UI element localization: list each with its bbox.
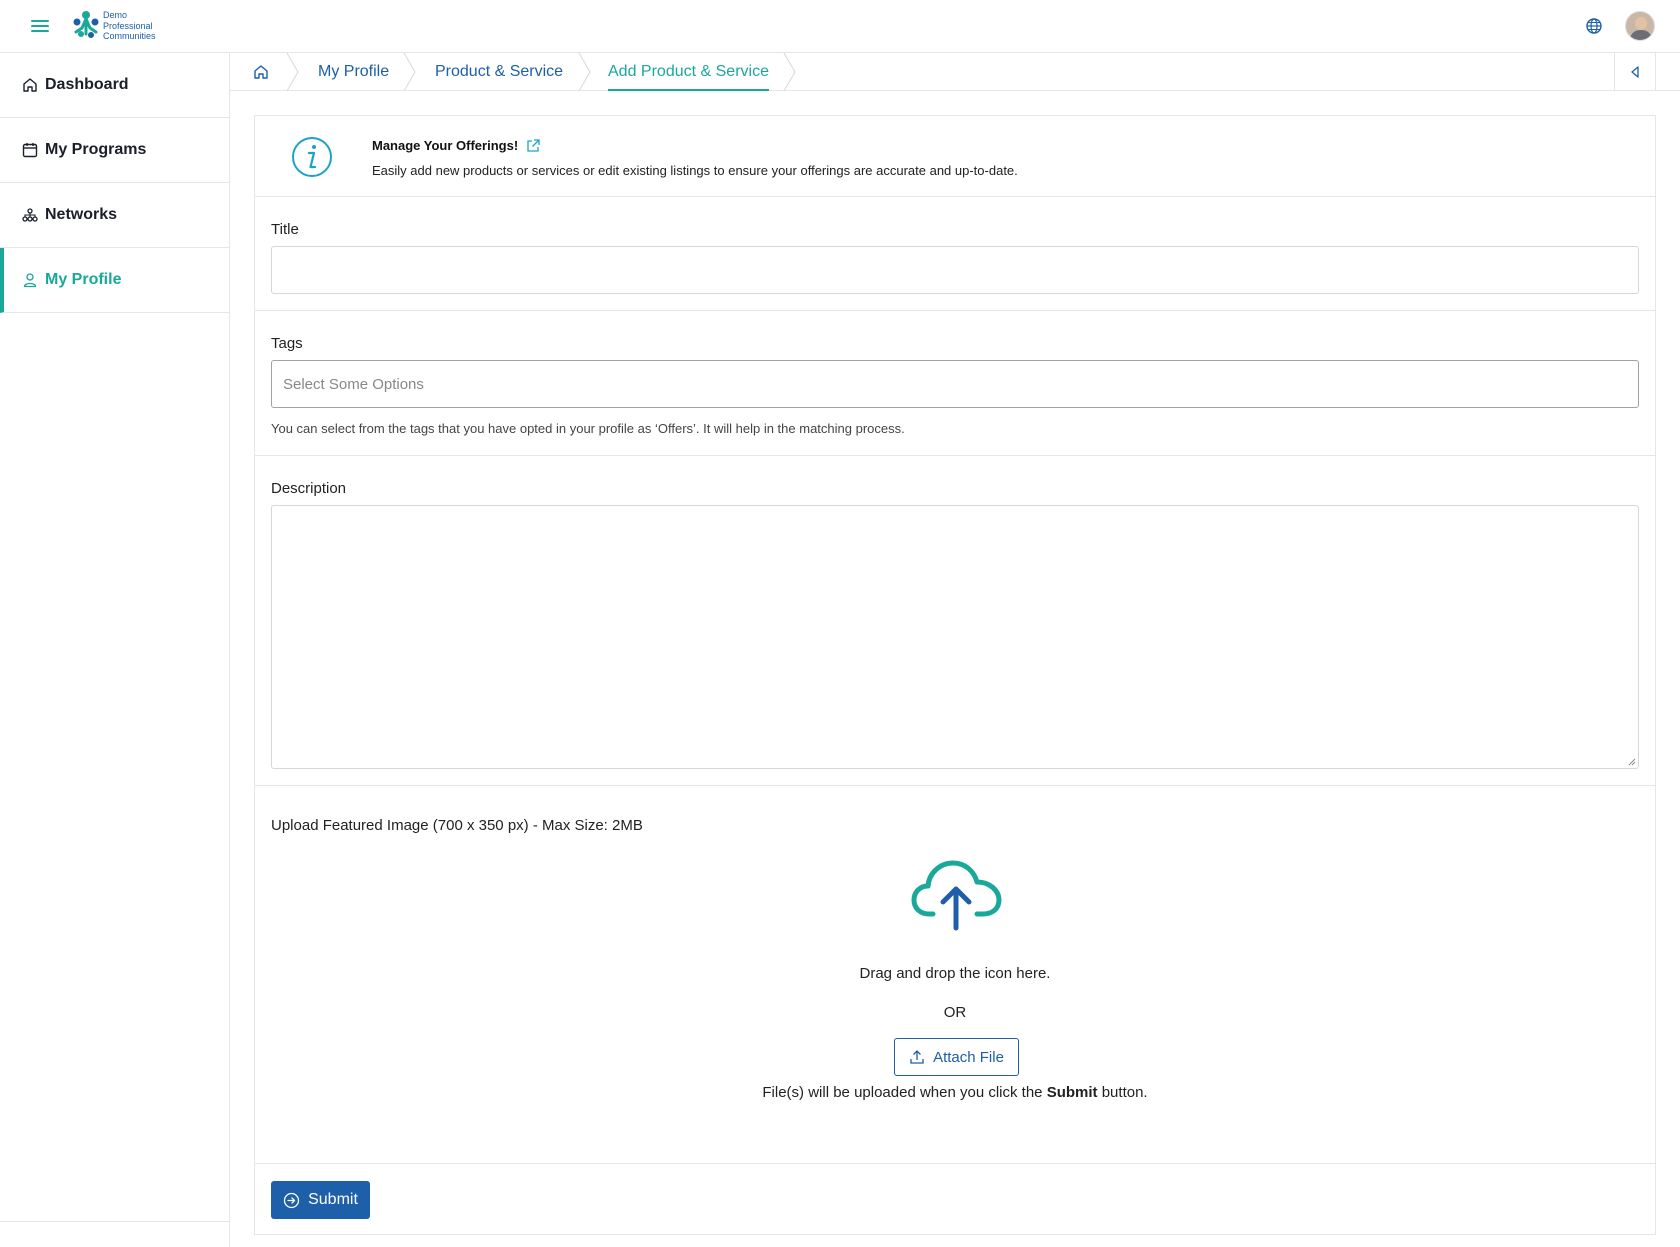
avatar[interactable] — [1625, 11, 1655, 41]
attach-file-label: Attach File — [933, 1048, 1004, 1066]
external-link-icon[interactable] — [526, 138, 541, 153]
add-product-form-card: Manage Your Offerings! Easily add new pr… — [254, 115, 1656, 1235]
calendar-icon — [21, 142, 38, 159]
network-icon — [21, 207, 38, 224]
collapse-panel-button[interactable] — [1614, 53, 1656, 91]
upload-icon — [910, 1050, 924, 1064]
attach-file-button[interactable]: Attach File — [894, 1038, 1019, 1076]
sidebar-item-dashboard[interactable]: Dashboard — [0, 53, 229, 118]
tags-helper-text: You can select from the tags that you ha… — [271, 421, 905, 436]
info-title: Manage Your Offerings! — [372, 138, 541, 153]
info-icon — [292, 137, 332, 177]
sidebar: Dashboard My Programs Networks My Profil… — [0, 53, 230, 1247]
description-section: Description — [255, 456, 1655, 786]
home-icon — [254, 65, 268, 79]
tags-placeholder: Select Some Options — [283, 375, 424, 393]
sidebar-item-networks[interactable]: Networks — [0, 183, 229, 248]
tags-select[interactable]: Select Some Options — [271, 360, 1639, 408]
menu-icon[interactable] — [31, 17, 49, 35]
logo-text: Demo Professional Communities — [103, 10, 156, 41]
resize-handle-icon[interactable] — [1627, 757, 1636, 766]
globe-icon[interactable] — [1585, 17, 1603, 35]
logo[interactable]: Demo Professional Communities — [70, 8, 160, 44]
breadcrumb-separator — [403, 53, 416, 91]
title-section: Title — [255, 197, 1655, 311]
user-icon — [21, 272, 38, 289]
title-label: Title — [271, 221, 299, 238]
logo-mark-icon — [73, 11, 99, 38]
upload-note: File(s) will be uploaded when you click … — [762, 1084, 1148, 1101]
breadcrumb-item-my-profile[interactable]: My Profile — [318, 53, 389, 91]
submit-button[interactable]: Submit — [271, 1181, 370, 1219]
breadcrumb-home[interactable] — [253, 53, 269, 91]
sidebar-item-label: My Profile — [45, 271, 122, 288]
sidebar-item-label: My Programs — [45, 141, 147, 158]
drag-drop-text: Drag and drop the icon here. — [859, 965, 1051, 982]
description-textarea[interactable] — [271, 505, 1639, 769]
sidebar-item-label: Networks — [45, 206, 118, 223]
divider — [0, 1221, 230, 1222]
sidebar-item-my-programs[interactable]: My Programs — [0, 118, 229, 183]
home-icon — [21, 77, 38, 94]
breadcrumb-separator — [783, 53, 796, 91]
arrow-circle-right-icon — [283, 1192, 300, 1208]
info-description: Easily add new products or services or e… — [372, 163, 1018, 178]
info-banner: Manage Your Offerings! Easily add new pr… — [255, 116, 1655, 197]
description-label: Description — [271, 480, 347, 497]
cloud-upload-icon[interactable] — [911, 858, 1003, 932]
breadcrumb: My Profile Product & Service Add Product… — [230, 53, 1680, 91]
breadcrumb-separator — [286, 53, 299, 91]
breadcrumb-separator — [578, 53, 591, 91]
tags-label: Tags — [271, 335, 303, 352]
sidebar-item-label: Dashboard — [45, 76, 129, 93]
or-text: OR — [943, 1004, 967, 1021]
caret-left-icon — [1631, 66, 1639, 78]
title-input[interactable] — [271, 246, 1639, 294]
sidebar-item-my-profile[interactable]: My Profile — [0, 248, 229, 313]
upload-section: Upload Featured Image (700 x 350 px) - M… — [255, 786, 1655, 1164]
breadcrumb-item-add-product-service[interactable]: Add Product & Service — [608, 53, 769, 91]
submit-label: Submit — [308, 1191, 358, 1208]
top-bar: Demo Professional Communities — [0, 0, 1680, 53]
upload-label: Upload Featured Image (700 x 350 px) - M… — [271, 817, 643, 834]
tags-section: Tags Select Some Options You can select … — [255, 311, 1655, 456]
breadcrumb-item-product-service[interactable]: Product & Service — [435, 53, 563, 91]
